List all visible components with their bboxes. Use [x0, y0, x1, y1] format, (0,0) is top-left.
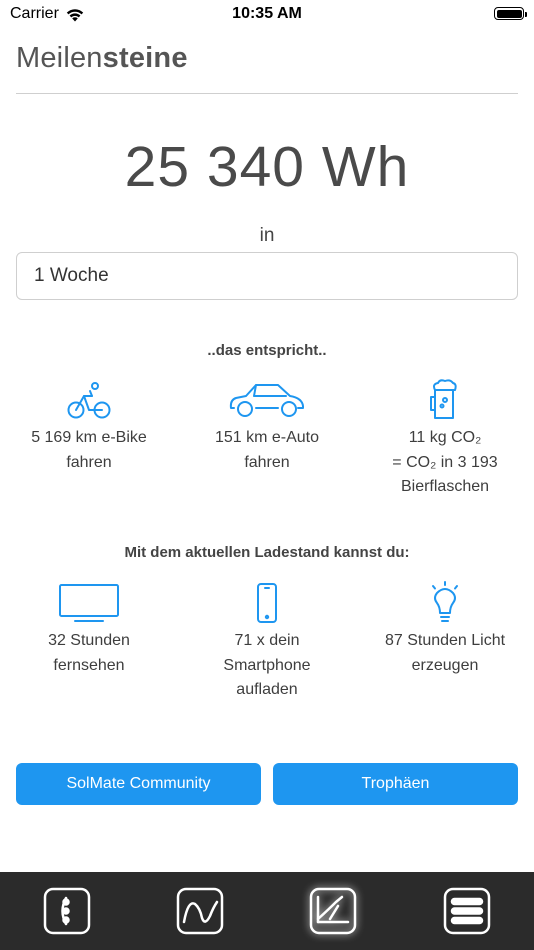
capability-tv-line-1: 32 Stunden [48, 632, 130, 649]
clock: 10:35 AM [232, 5, 302, 22]
tab-milestones[interactable] [308, 886, 358, 936]
equivalent-item-eauto: 151 km e-Auto fahren [178, 378, 356, 475]
page-title-regular: Meilen [16, 42, 103, 74]
capability-light-line-2: erzeugen [411, 656, 479, 674]
capability-smartphone-line-1: 71 x dein [234, 632, 300, 649]
tab-menu[interactable] [442, 886, 492, 936]
tab-bar [0, 872, 534, 950]
beer-mug-icon [430, 379, 457, 419]
solmate-community-button[interactable]: SolMate Community [16, 763, 261, 805]
menu-icon [443, 887, 491, 935]
tv-icon [59, 584, 119, 622]
equivalent-item-ebike: 5 169 km e-Bike fahren [0, 378, 178, 475]
status-bar: Carrier 10:35 AM [0, 0, 534, 28]
capability-smartphone-line-2: Smartphone [223, 656, 311, 674]
equivalent-ebike-line-2: fahren [66, 453, 112, 471]
capability-light-line-1: 87 Stunden Licht [384, 632, 506, 649]
battery-icon [494, 7, 527, 20]
page-title-bold: steine [102, 42, 188, 74]
equivalent-ebike-line-1: 5 169 km e-Bike [31, 429, 147, 446]
equivalent-co2-line-2: = CO₂ in 3 193 [392, 453, 498, 471]
equivalent-item-co2: 11 kg CO₂ = CO₂ in 3 193 Bierflaschen [356, 378, 534, 500]
trophies-button[interactable]: Trophäen [273, 763, 518, 805]
bicycle-icon [67, 382, 111, 419]
equivalent-co2-line-3: Bierflaschen [400, 478, 490, 495]
capability-smartphone-line-3: aufladen [236, 681, 298, 698]
car-icon [229, 384, 304, 417]
energy-value: 25 340 Wh [124, 135, 410, 199]
period-select[interactable]: 1 Woche [16, 252, 518, 300]
title-divider [16, 93, 518, 94]
in-label: in [259, 225, 275, 246]
smartphone-icon [257, 583, 277, 623]
lightbulb-icon [432, 581, 458, 622]
equivalent-co2-line-1: 11 kg CO₂ [408, 429, 482, 446]
equivalent-eauto-line-1: 151 km e-Auto [214, 429, 320, 446]
tab-device-status[interactable] [42, 886, 92, 936]
wave-chart-icon [176, 887, 224, 935]
capability-item-tv: 32 Stunden fernsehen [0, 581, 178, 678]
milestones-chart-icon [309, 887, 357, 935]
capability-item-light: 87 Stunden Licht erzeugen [356, 581, 534, 678]
capability-item-smartphone: 71 x dein Smartphone aufladen [178, 581, 356, 703]
tab-statistics[interactable] [175, 886, 225, 936]
capability-tv-line-2: fernsehen [53, 656, 125, 674]
capabilities-heading: Mit dem aktuellen Ladestand kannst du: [124, 544, 410, 561]
device-status-icon [43, 887, 91, 935]
period-select-value: 1 Woche [34, 265, 109, 286]
equivalent-eauto-line-2: fahren [244, 453, 290, 471]
equivalents-heading: ..das entspricht.. [207, 342, 327, 359]
page-title: Meilensteine [16, 42, 188, 75]
